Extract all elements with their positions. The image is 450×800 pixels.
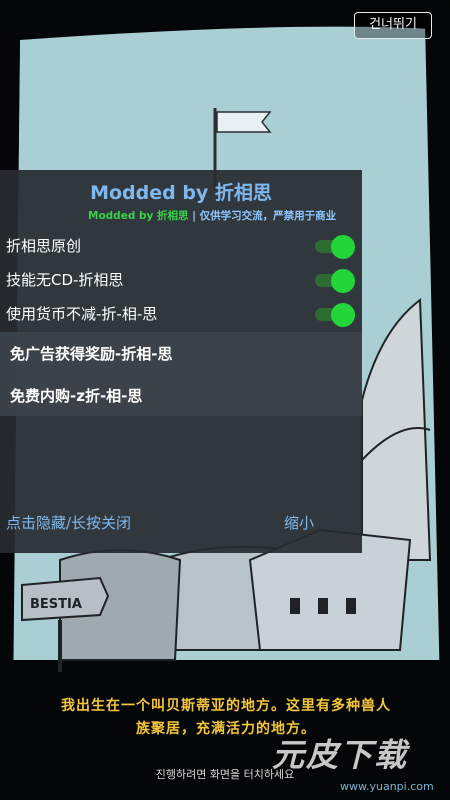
toggle-switch[interactable] <box>313 303 355 327</box>
toggle-row-no-cooldown[interactable]: 技能无CD-折相思 <box>0 262 362 296</box>
story-line-1: 我出生在一个叫贝斯蒂亚的地方。这里有多种兽人 <box>61 698 391 714</box>
toggle-knob <box>331 269 355 293</box>
mod-menu-title: Modded by 折相思 <box>90 182 272 204</box>
action-list: 免广告获得奖励-折相-思 免费内购-z折-相-思 <box>0 332 362 416</box>
toggle-knob <box>331 303 355 327</box>
subtitle-author: Modded by 折相思 <box>88 210 189 222</box>
toggle-switch[interactable] <box>313 269 355 293</box>
watermark-logo: 元皮下载 <box>272 736 409 774</box>
toggle-label: 折相思原创 <box>6 237 82 255</box>
mod-menu-subtitle: Modded by 折相思 | 仅供学习交流，严禁用于商业 <box>88 208 362 224</box>
ad-free-reward-button[interactable]: 免广告获得奖励-折相-思 <box>10 343 172 364</box>
toggle-switch[interactable] <box>313 235 355 259</box>
hide-close-button[interactable]: 点击隐藏/长按关闭 <box>6 512 131 533</box>
toggle-label: 使用货币不减-折-相-思 <box>6 305 158 323</box>
mod-menu-panel: Modded by 折相思 Modded by 折相思 | 仅供学习交流，严禁用… <box>0 170 362 553</box>
flag <box>216 111 272 133</box>
toggle-label: 技能无CD-折相思 <box>6 271 124 289</box>
watermark-url: www.yuanpi.com <box>340 780 434 793</box>
toggle-knob <box>331 235 355 259</box>
toggle-row-original[interactable]: 折相思原创 <box>0 228 362 262</box>
subtitle-note: | 仅供学习交流，严禁用于商业 <box>188 210 337 222</box>
toggle-row-currency[interactable]: 使用货币不减-折-相-思 <box>0 296 362 330</box>
free-purchase-button[interactable]: 免费内购-z折-相-思 <box>10 385 142 406</box>
skip-button[interactable]: 건너뛰기 <box>354 12 432 39</box>
minimize-button[interactable]: 缩小 <box>284 512 314 533</box>
sign-text: BESTIA <box>30 597 82 612</box>
